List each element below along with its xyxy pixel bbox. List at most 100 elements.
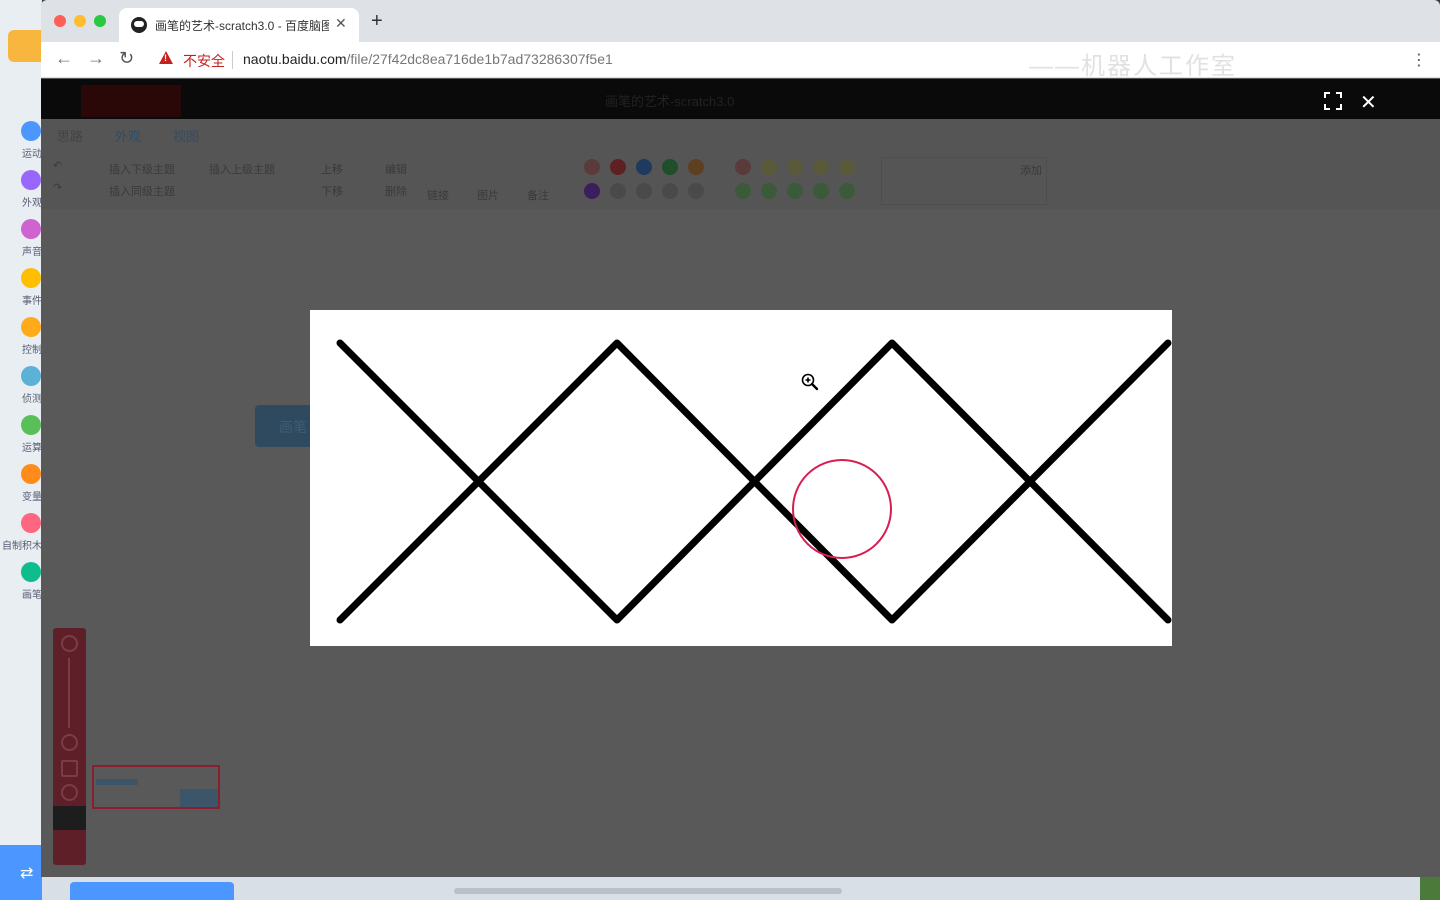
minimize-window-button[interactable] [74,15,86,27]
category-2[interactable]: 声音 [0,219,42,265]
move-icon[interactable] [61,760,78,777]
priority-2-icon[interactable] [636,159,652,175]
tab-appearance[interactable]: 外观 [115,126,141,145]
progress-7-icon[interactable] [787,183,803,199]
browser-toolbar: ← → ↻ 不安全 naotu.baidu.com/file/27f42dc8e… [41,42,1440,80]
category-9[interactable]: 画笔 [0,562,42,608]
zigzag-line-lower [336,339,1172,624]
progress-5-icon[interactable] [735,183,751,199]
link-button[interactable]: 链接 [427,187,449,203]
category-label: 运算 [22,443,42,454]
security-status[interactable]: 不安全 [183,51,225,71]
address-bar[interactable]: 不安全 naotu.baidu.com/file/27f42dc8ea716de… [149,46,1427,80]
zoom-controls [53,628,86,865]
tab-close-icon[interactable]: ✕ [335,15,347,32]
minimap-node [96,779,138,785]
progress-6-icon[interactable] [761,183,777,199]
priority-7-icon[interactable] [636,183,652,199]
priority-9-icon[interactable] [688,183,704,199]
add-extension-button[interactable]: ⇄ [0,845,42,900]
new-tab-icon[interactable]: + [371,10,383,33]
horizontal-scrollbar[interactable] [454,888,842,894]
maximize-window-button[interactable] [94,15,106,27]
insert-sibling-button[interactable]: 插入同级主题 [109,183,175,199]
move-down-button[interactable]: 下移 [321,183,343,199]
category-label: 运动 [22,149,42,160]
tab-view[interactable]: 视图 [173,126,199,145]
zoom-out-icon[interactable] [61,734,78,751]
close-window-button[interactable] [54,15,66,27]
address-separator [232,51,233,69]
category-6[interactable]: 运算 [0,415,42,461]
insert-parent-button[interactable]: 插入上级主题 [209,161,275,177]
mindmap-node[interactable]: 画笔 [255,405,315,447]
url-host: naotu.baidu.com [243,51,347,67]
category-dot-icon [21,415,41,435]
priority-8-icon[interactable] [662,183,678,199]
tab-title: 画笔的艺术-scratch3.0 - 百度脑图 [155,19,329,33]
priority-clear-icon[interactable] [584,159,600,175]
browser-tab[interactable]: 画笔的艺术-scratch3.0 - 百度脑图 ✕ [119,8,359,42]
category-dot-icon [21,121,41,141]
category-dot-icon [21,513,41,533]
priority-3-icon[interactable] [662,159,678,175]
pen-drawing [336,339,1172,624]
category-dot-icon [21,366,41,386]
priority-1-icon[interactable] [610,159,626,175]
mindmap-node-label: 画笔 [279,419,307,435]
fullscreen-icon[interactable] [1324,92,1342,110]
more-menu-icon[interactable]: ⋮ [1411,50,1427,70]
tab-idea[interactable]: 思路 [57,126,83,145]
extension-icon: ⇄ [20,865,34,882]
progress-8-icon[interactable] [813,183,829,199]
category-7[interactable]: 变量 [0,464,42,510]
priority-5-icon[interactable] [584,183,600,199]
category-8[interactable]: 自制积木 [0,513,42,559]
category-dot-icon [21,268,41,288]
video-watermark: ——机器人工作室 [1029,53,1237,80]
move-up-button[interactable]: 上移 [321,161,343,177]
delete-button[interactable]: 删除 [385,183,407,199]
fit-icon[interactable] [61,784,78,801]
category-4[interactable]: 控制 [0,317,42,363]
zoom-in-icon[interactable] [61,635,78,652]
warning-icon [159,51,173,64]
undo-icon[interactable]: ↶ [53,159,62,172]
url-path: /file/27f42dc8ea716de1b7ad73286307f5e1 [346,51,613,67]
forward-arrow-icon[interactable]: → [87,48,105,69]
progress-done-icon[interactable] [839,183,855,199]
image-button[interactable]: 图片 [477,187,499,203]
category-label: 自制积木 [2,541,42,552]
close-icon[interactable]: ✕ [1360,90,1377,115]
scratch-category-sidebar: 运动外观 声音 事件控制侦测运算变量自制积木画笔 ⇄ [0,0,42,900]
priority-4-icon[interactable] [688,159,704,175]
note-button[interactable]: 备注 [527,187,549,203]
category-5[interactable]: 侦测 [0,366,42,412]
redo-icon[interactable]: ↷ [53,181,62,194]
category-dot-icon [21,219,41,239]
category-label: 控制 [22,345,42,356]
eye-icon[interactable] [53,806,86,830]
naotu-ribbon: ↶ ↷ 插入下级主题 插入上级主题 插入同级主题 上移 下移 编辑 删除 链接 … [41,147,1440,209]
category-0[interactable]: 运动 [0,121,42,167]
priority-6-icon[interactable] [610,183,626,199]
naotu-logo [81,85,181,117]
add-resource-button[interactable]: 添加 [1020,162,1042,178]
progress-3-icon[interactable] [813,159,829,175]
scratch-backpack-tab[interactable] [70,882,234,900]
category-3[interactable]: 事件 [0,268,42,314]
category-dot-icon [21,317,41,337]
url-text[interactable]: naotu.baidu.com/file/27f42dc8ea716de1b7a… [243,51,613,67]
reload-icon[interactable]: ↻ [119,48,134,69]
category-1[interactable]: 外观 [0,170,42,216]
insert-child-button[interactable]: 插入下级主题 [109,161,175,177]
progress-2-icon[interactable] [787,159,803,175]
progress-clear-icon[interactable] [735,159,751,175]
progress-1-icon[interactable] [761,159,777,175]
edit-button[interactable]: 编辑 [385,161,407,177]
minimap[interactable] [92,765,220,809]
back-arrow-icon[interactable]: ← [55,48,73,69]
image-viewer[interactable] [310,310,1172,646]
zoom-slider[interactable] [68,658,70,728]
progress-4-icon[interactable] [839,159,855,175]
